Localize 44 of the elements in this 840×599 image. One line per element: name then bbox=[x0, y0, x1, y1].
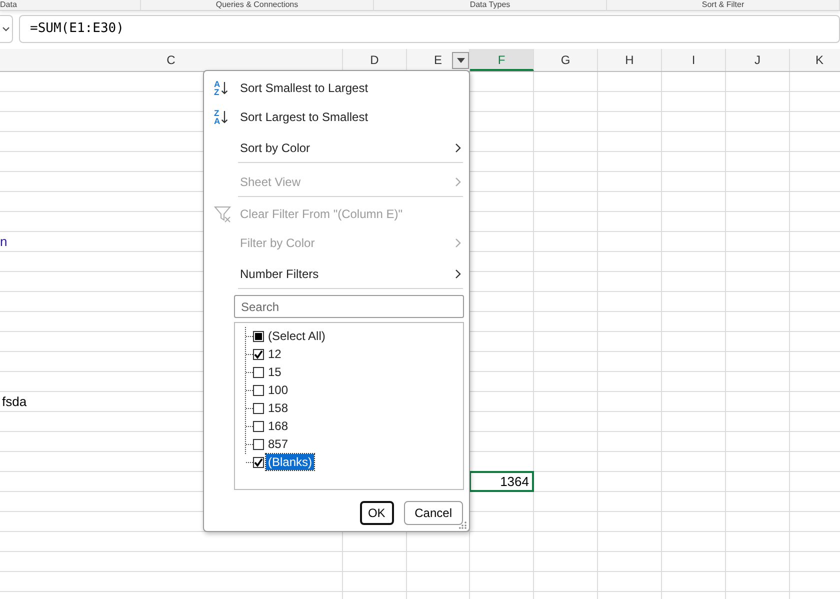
menu-item[interactable]: A Z Sort Smallest to Largest bbox=[204, 73, 469, 102]
list-item[interactable]: 168 bbox=[266, 418, 290, 434]
menu-item[interactable]: Z A Sort Largest to Smallest bbox=[204, 102, 469, 131]
filter-dropdown-button[interactable] bbox=[452, 52, 469, 69]
list-item[interactable]: (Select All) bbox=[266, 328, 328, 344]
chevron-icon[interactable] bbox=[0, 15, 13, 43]
checkbox[interactable] bbox=[253, 438, 264, 450]
chevron-icon bbox=[455, 238, 461, 248]
checkbox[interactable] bbox=[253, 384, 264, 396]
list-item[interactable]: 12 bbox=[266, 346, 284, 362]
ribbon-group-label: Data Types bbox=[374, 0, 607, 10]
list-item[interactable]: (Blanks) bbox=[266, 454, 314, 470]
list-item[interactable]: 15 bbox=[266, 364, 284, 380]
table-cell: 1364 bbox=[470, 472, 533, 491]
checkbox[interactable] bbox=[253, 420, 264, 432]
column-header[interactable]: F bbox=[470, 49, 534, 71]
list-item[interactable]: 857 bbox=[266, 436, 290, 452]
checkbox[interactable] bbox=[253, 330, 264, 342]
chevron-icon bbox=[455, 142, 461, 152]
clear-filter-icon bbox=[214, 204, 232, 222]
chevron-icon bbox=[455, 176, 461, 186]
checkbox[interactable] bbox=[253, 366, 264, 378]
list-item[interactable]: 158 bbox=[266, 400, 290, 416]
ok-button[interactable]: OK bbox=[360, 501, 394, 525]
formula-field[interactable]: =SUM(E1:E30) bbox=[19, 15, 840, 43]
checkbox[interactable] bbox=[253, 402, 264, 414]
list-item[interactable]: 100 bbox=[266, 382, 290, 398]
column-header[interactable]: J bbox=[726, 49, 790, 71]
checkbox[interactable] bbox=[253, 348, 264, 360]
chevron-icon bbox=[455, 268, 461, 278]
column-header[interactable]: K bbox=[790, 49, 840, 71]
checkbox[interactable] bbox=[253, 456, 264, 468]
cancel-button[interactable]: Cancel bbox=[404, 501, 463, 525]
search-field[interactable]: Search bbox=[234, 295, 464, 318]
resize-grip-icon[interactable] bbox=[459, 521, 467, 529]
ribbon-group-label: Data bbox=[0, 0, 141, 10]
column-header[interactable]: G bbox=[534, 49, 598, 71]
table-cell-text: n bbox=[0, 233, 8, 251]
caret-icon bbox=[456, 58, 464, 63]
column-header[interactable]: H bbox=[598, 49, 662, 71]
table-cell-text: fsda bbox=[1, 393, 28, 411]
column-header[interactable]: I bbox=[662, 49, 726, 71]
ribbon-group-label: Sort & Filter bbox=[607, 0, 840, 10]
ribbon-group-label: Queries & Connections bbox=[141, 0, 374, 10]
